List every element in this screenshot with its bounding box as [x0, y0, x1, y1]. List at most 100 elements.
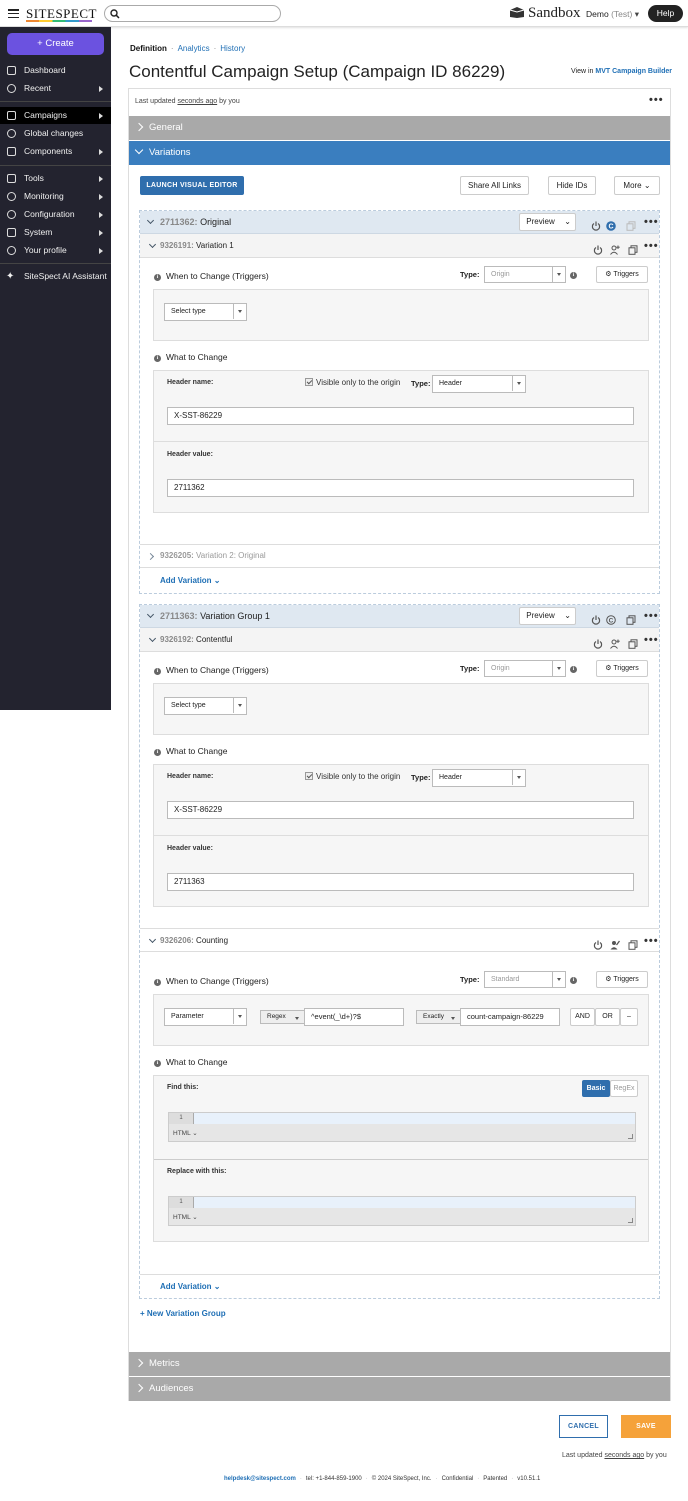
chevron-down-icon[interactable]	[148, 634, 157, 643]
chevron-down-icon[interactable]	[148, 240, 157, 249]
section-audiences[interactable]: Audiences	[129, 1377, 670, 1401]
preview-button[interactable]: Preview ⌄	[519, 607, 576, 625]
add-variation-link[interactable]: Add Variation ⌄	[160, 576, 221, 585]
group-options-icon[interactable]: •••	[644, 211, 659, 234]
chevron-down-icon[interactable]	[148, 935, 157, 944]
header-type-select[interactable]: Header	[432, 375, 526, 393]
sidebar-item-global-changes[interactable]: Global changes	[0, 125, 111, 142]
remove-condition-button[interactable]: –	[620, 1008, 638, 1026]
trigger-type-select[interactable]: Standard	[484, 971, 566, 988]
variation-header-collapsed[interactable]: 9326205: Variation 2: Original	[140, 544, 659, 568]
user-assign-icon[interactable]	[610, 241, 620, 255]
tab-history[interactable]: History	[220, 44, 245, 53]
parameter-pattern-input[interactable]: ^event(_\d+)?$	[304, 1008, 404, 1026]
group-options-icon[interactable]: •••	[644, 605, 659, 628]
editor-mode-select[interactable]: HTML ⌄	[173, 1129, 198, 1137]
editor-line[interactable]	[193, 1113, 635, 1124]
variation-header[interactable]: 9326192: Contentful •••	[140, 628, 659, 652]
power-icon[interactable]	[593, 635, 603, 649]
editor-mode-select[interactable]: HTML ⌄	[173, 1213, 198, 1221]
operator-select[interactable]: Exactly	[416, 1010, 461, 1024]
control-badge-icon[interactable]: C	[606, 217, 616, 231]
visible-origin-checkbox[interactable]: Visible only to the origin	[305, 772, 400, 781]
hide-ids-button[interactable]: Hide IDs	[548, 176, 596, 195]
new-variation-group-link[interactable]: + New Variation Group	[140, 1309, 226, 1318]
create-button[interactable]: + Create	[7, 33, 104, 55]
regex-mode-button[interactable]: RegEx	[610, 1080, 638, 1097]
sidebar-item-recent[interactable]: Recent	[0, 80, 111, 97]
sidebar-item-components[interactable]: Components	[0, 143, 111, 160]
header-value-input[interactable]: 2711363	[167, 873, 634, 891]
control-outline-icon[interactable]: C	[606, 611, 616, 625]
editor-line[interactable]	[193, 1197, 635, 1208]
parameter-value-input[interactable]: count-campaign-86229	[460, 1008, 560, 1026]
chevron-right-icon[interactable]	[146, 552, 155, 561]
copy-icon[interactable]	[628, 635, 638, 649]
user-assign-icon[interactable]	[610, 635, 620, 649]
basic-mode-button[interactable]: Basic	[582, 1080, 610, 1097]
replace-code-editor[interactable]: 1 HTML ⌄	[168, 1196, 636, 1226]
power-icon[interactable]	[591, 217, 601, 231]
resize-handle-icon[interactable]	[628, 1218, 633, 1223]
user-edit-icon[interactable]	[610, 936, 621, 950]
chevron-down-icon[interactable]	[146, 216, 155, 225]
account-switcher[interactable]: Demo (Test) ▾	[586, 9, 639, 20]
variation-header[interactable]: 9326191: Variation 1 •••	[140, 234, 659, 258]
tab-analytics[interactable]: Analytics	[178, 44, 210, 53]
sidebar-item-dashboard[interactable]: Dashboard	[0, 62, 111, 79]
sidebar-item-campaigns[interactable]: Campaigns	[0, 107, 111, 124]
copy-icon[interactable]	[628, 241, 638, 255]
help-button[interactable]: Help	[648, 5, 683, 22]
cancel-button[interactable]: CANCEL	[559, 1415, 608, 1438]
trigger-type-select[interactable]: Origin	[484, 660, 566, 677]
add-variation-link[interactable]: Add Variation ⌄	[160, 1282, 221, 1291]
launch-visual-editor-button[interactable]: LAUNCH VISUAL EDITOR	[140, 176, 244, 195]
find-code-editor[interactable]: 1 HTML ⌄	[168, 1112, 636, 1142]
sidebar-item-ai-assistant[interactable]: ✦ SiteSpect AI Assistant	[0, 268, 111, 285]
variation-options-icon[interactable]: •••	[644, 234, 659, 258]
and-button[interactable]: AND	[570, 1008, 595, 1026]
tab-definition[interactable]: Definition	[130, 44, 167, 53]
sidebar-item-system[interactable]: System	[0, 224, 111, 241]
header-type-select[interactable]: Header	[432, 769, 526, 787]
variation-options-icon[interactable]: •••	[644, 929, 659, 953]
match-mode-select[interactable]: Regex	[260, 1010, 305, 1024]
preview-button[interactable]: Preview ⌄	[519, 213, 576, 231]
power-icon[interactable]	[593, 936, 603, 950]
save-button[interactable]: SAVE	[621, 1415, 671, 1438]
copy-icon[interactable]	[626, 611, 636, 625]
visible-origin-checkbox[interactable]: Visible only to the origin	[305, 378, 400, 387]
group-header[interactable]: 2711362: Original Preview ⌄ C •••	[140, 211, 659, 234]
chevron-down-icon[interactable]	[146, 610, 155, 619]
copy-icon[interactable]	[626, 217, 636, 231]
helpdesk-email-link[interactable]: helpdesk@sitespect.com	[224, 1476, 296, 1482]
sidebar-item-configuration[interactable]: Configuration	[0, 206, 111, 223]
header-value-input[interactable]: 2711362	[167, 479, 634, 497]
more-options-icon[interactable]: •••	[649, 94, 664, 106]
triggers-button[interactable]: ⚙ Triggers	[596, 971, 648, 988]
trigger-parameter-select[interactable]: Parameter	[164, 1008, 247, 1026]
select-type-dropdown[interactable]: Select type	[164, 697, 247, 715]
resize-handle-icon[interactable]	[628, 1134, 633, 1139]
copy-icon[interactable]	[628, 936, 638, 950]
header-name-input[interactable]: X-SST-86229	[167, 801, 634, 819]
more-button[interactable]: More ⌄	[614, 176, 660, 195]
variation-header[interactable]: 9326206: Counting •••	[140, 928, 659, 952]
share-all-links-button[interactable]: Share All Links	[460, 176, 529, 195]
section-variations[interactable]: Variations	[129, 141, 670, 165]
trigger-type-select[interactable]: Origin	[484, 266, 566, 283]
mvt-builder-link[interactable]: MVT Campaign Builder	[595, 68, 672, 75]
section-metrics[interactable]: Metrics	[129, 1352, 670, 1376]
header-name-input[interactable]: X-SST-86229	[167, 407, 634, 425]
sidebar-item-monitoring[interactable]: Monitoring	[0, 188, 111, 205]
sidebar-item-tools[interactable]: Tools	[0, 170, 111, 187]
sidebar-item-your-profile[interactable]: Your profile	[0, 242, 111, 259]
triggers-button[interactable]: ⚙ Triggers	[596, 266, 648, 283]
triggers-button[interactable]: ⚙ Triggers	[596, 660, 648, 677]
variation-options-icon[interactable]: •••	[644, 628, 659, 652]
section-general[interactable]: General	[129, 116, 670, 140]
search-input[interactable]	[104, 5, 281, 22]
power-icon[interactable]	[591, 611, 601, 625]
menu-icon[interactable]	[8, 9, 19, 19]
power-icon[interactable]	[593, 241, 603, 255]
